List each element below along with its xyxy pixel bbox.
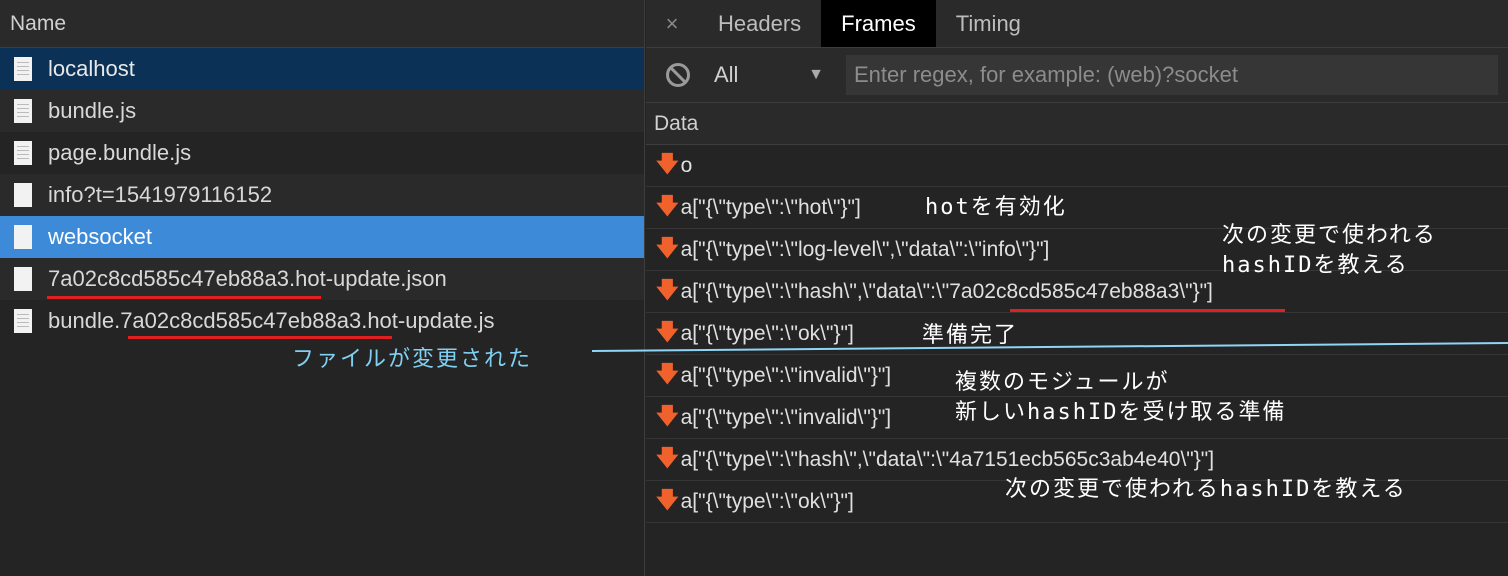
- dropdown-caret-icon: ▼: [808, 66, 824, 83]
- file-icon: [14, 225, 32, 249]
- incoming-arrow-icon: 🡇: [656, 402, 679, 428]
- request-name-suffix: .hot-update.js: [361, 308, 495, 333]
- close-icon[interactable]: ×: [646, 0, 698, 47]
- annotation-hash2: 次の変更で使われるhashIDを教える: [1005, 477, 1407, 502]
- request-name: page.bundle.js: [48, 140, 192, 165]
- request-row-websocket[interactable]: websocket: [0, 216, 644, 258]
- data-column-header[interactable]: Data: [646, 103, 1508, 145]
- file-icon: [14, 267, 32, 291]
- name-column-header[interactable]: Name: [0, 0, 644, 48]
- frame-row[interactable]: 🡇 a["{\"type\":\"hash\",\"data\":\"4a7151…: [646, 439, 1508, 481]
- request-row-bundle-js[interactable]: bundle.js: [0, 90, 644, 132]
- request-name: info?t=1541979116152: [48, 182, 273, 207]
- frame-data: a["{\"type\":\"log-level\",\"data\":\"in…: [680, 237, 1050, 261]
- frame-data: a["{\"type\":\"hash\",\"data\":\"7a02c8c…: [680, 279, 1213, 303]
- annotation-hash1-line2: hashIDを教える: [1222, 253, 1409, 278]
- frame-data: a["{\"type\":\"invalid\"}"]: [680, 363, 892, 387]
- requests-pane: Name localhost bundle.js page.bundle.js …: [0, 0, 645, 576]
- request-row-info[interactable]: info?t=1541979116152: [0, 174, 644, 216]
- request-name: 7a02c8cd585c47eb88a3.hot-update.json: [48, 266, 447, 291]
- tab-headers[interactable]: Headers: [698, 0, 821, 47]
- annotation-invalid-line2: 新しいhashIDを受け取る準備: [955, 400, 1287, 425]
- frame-type-select[interactable]: All ▼: [714, 62, 824, 88]
- incoming-arrow-icon: 🡇: [656, 318, 679, 344]
- incoming-arrow-icon: 🡇: [656, 234, 679, 260]
- request-row-localhost[interactable]: localhost: [0, 48, 644, 90]
- clear-block-icon[interactable]: [666, 63, 690, 87]
- request-name-prefix: bundle.: [48, 308, 121, 333]
- tab-timing[interactable]: Timing: [936, 0, 1041, 47]
- frame-data: a["{\"type\":\"invalid\"}"]: [680, 405, 892, 429]
- request-row-hot-update-json[interactable]: 7a02c8cd585c47eb88a3.hot-update.json: [0, 258, 644, 300]
- annotation-hash1-line1: 次の変更で使われる: [1222, 223, 1437, 248]
- frame-filter-bar: All ▼: [646, 48, 1508, 103]
- hash-underline-frame: [1010, 309, 1285, 312]
- annotation-invalid-line1: 複数のモジュールが: [955, 370, 1170, 395]
- detail-tab-bar: × Headers Frames Timing: [646, 0, 1508, 48]
- hash-underline-js: [128, 336, 392, 339]
- annotation-ok: 準備完了: [922, 323, 1019, 348]
- document-icon: [14, 57, 32, 81]
- request-row-page-bundle-js[interactable]: page.bundle.js: [0, 132, 644, 174]
- request-name: localhost: [48, 56, 135, 81]
- script-file-icon: [14, 141, 32, 165]
- request-name: websocket: [48, 224, 152, 249]
- incoming-arrow-icon: 🡇: [656, 276, 679, 302]
- frame-data: a["{\"type\":\"ok\"}"]: [680, 489, 854, 513]
- script-file-icon: [14, 309, 32, 333]
- incoming-arrow-icon: 🡇: [656, 360, 679, 386]
- annotation-hot: hotを有効化: [925, 195, 1067, 220]
- request-name: bundle.js: [48, 98, 137, 123]
- frame-data: o: [680, 153, 693, 177]
- incoming-arrow-icon: 🡇: [656, 444, 679, 470]
- script-file-icon: [14, 99, 32, 123]
- frame-data: a["{\"type\":\"hot\"}"]: [680, 195, 861, 219]
- file-icon: [14, 183, 32, 207]
- annotation-file-changed: ファイルが変更された: [292, 347, 533, 372]
- hash-underline-json: [47, 296, 321, 299]
- regex-filter-input[interactable]: [846, 55, 1498, 95]
- request-name-hash: 7a02c8cd585c47eb88a3: [120, 308, 362, 333]
- incoming-arrow-icon: 🡇: [656, 486, 679, 512]
- incoming-arrow-icon: 🡇: [656, 150, 679, 176]
- tab-frames[interactable]: Frames: [821, 0, 936, 47]
- frame-type-value: All: [714, 62, 739, 87]
- frame-data: a["{\"type\":\"ok\"}"]: [680, 321, 854, 345]
- frame-row[interactable]: 🡇 o: [646, 145, 1508, 187]
- incoming-arrow-icon: 🡇: [656, 192, 679, 218]
- frame-data: a["{\"type\":\"hash\",\"data\":\"4a7151e…: [680, 447, 1215, 471]
